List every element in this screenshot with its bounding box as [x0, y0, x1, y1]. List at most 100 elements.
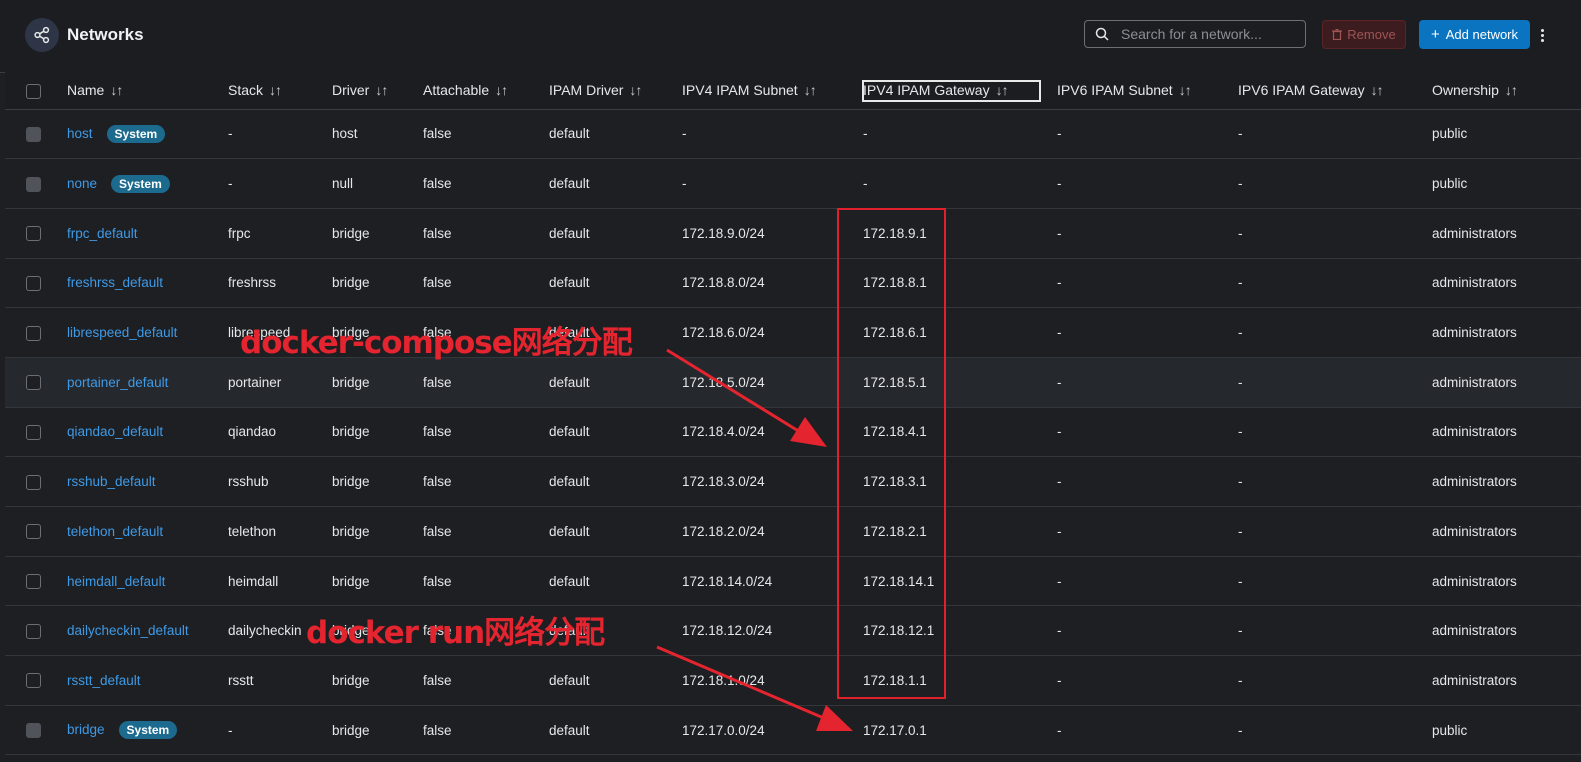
row-checkbox[interactable] [26, 375, 41, 391]
remove-button[interactable]: Remove [1322, 20, 1406, 49]
cell-ownership: administrators [1432, 474, 1517, 490]
row-checkbox[interactable] [26, 623, 41, 639]
table-row[interactable]: qiandao_default qiandao bridge false default… [5, 407, 1581, 457]
cell-ipv4-subnet: 172.18.14.0/24 [682, 573, 773, 589]
cell-ipv6-subnet: - [1057, 176, 1062, 192]
row-checkbox[interactable] [26, 424, 41, 440]
networks-table: Name ↓↑ Stack ↓↑ Driver ↓↑ Attachable ↓↑ IPA… [5, 72, 1581, 755]
cell-ownership: administrators [1432, 672, 1517, 688]
row-checkbox[interactable] [26, 474, 41, 490]
cell-ipv6-gateway: - [1238, 374, 1243, 390]
cell-ipv6-subnet: - [1057, 672, 1062, 688]
network-name-link[interactable]: host [67, 126, 93, 141]
row-checkbox[interactable] [26, 325, 41, 341]
cell-driver: bridge [332, 672, 370, 688]
row-checkbox [26, 176, 41, 192]
page-header: Networks Remove + Add network [0, 0, 1581, 73]
cell-attachable: false [423, 523, 452, 539]
select-all-checkbox[interactable] [26, 83, 41, 99]
cell-ipv6-subnet: - [1057, 424, 1062, 440]
column-header-ipv6-subnet[interactable]: IPV6 IPAM Subnet ↓↑ [1057, 72, 1238, 110]
row-checkbox[interactable] [26, 226, 41, 242]
network-name-link[interactable]: dailycheckin_default [67, 623, 189, 638]
cell-ipv6-gateway: - [1238, 325, 1243, 341]
cell-ipv4-gateway: 172.17.0.1 [863, 722, 927, 738]
row-checkbox[interactable] [26, 673, 41, 689]
table-row[interactable]: rsshub_default rsshub bridge false default 17… [5, 456, 1581, 507]
cell-ipam-driver: default [549, 424, 590, 440]
network-name-link[interactable]: freshrss_default [67, 275, 163, 290]
sort-icon: ↓↑ [1504, 82, 1518, 99]
network-name-link[interactable]: bridge [67, 722, 105, 737]
column-header-stack[interactable]: Stack ↓↑ [228, 72, 332, 110]
column-header-ipv6-gateway[interactable]: IPV6 IPAM Gateway ↓↑ [1238, 72, 1432, 110]
cell-ipv6-gateway: - [1238, 424, 1243, 440]
cell-ownership: administrators [1432, 573, 1517, 589]
search-input[interactable] [1119, 25, 1303, 43]
table-row[interactable]: bridge System - bridge false default 172.17.0.… [5, 705, 1581, 755]
cell-ipam-driver: default [549, 523, 590, 539]
cell-driver: bridge [332, 275, 370, 291]
cell-ownership: public [1432, 126, 1468, 142]
cell-driver: bridge [332, 225, 370, 241]
cell-ipv4-gateway: - [863, 176, 868, 192]
cell-stack: freshrss [228, 275, 277, 291]
cell-ipv6-gateway: - [1238, 623, 1243, 639]
table-row[interactable]: portainer_default portainer bridge false def… [5, 357, 1581, 408]
row-checkbox[interactable] [26, 574, 41, 589]
network-name-link[interactable]: rsstt_default [67, 673, 141, 688]
cell-ipam-driver: default [549, 176, 590, 192]
cell-ownership: public [1432, 176, 1468, 192]
row-checkbox[interactable] [26, 524, 41, 540]
cell-attachable: false [423, 374, 452, 390]
row-checkbox [26, 126, 41, 142]
cell-ipv4-subnet: 172.18.5.0/24 [682, 374, 765, 390]
cell-ownership: administrators [1432, 424, 1517, 440]
cell-attachable: false [423, 225, 452, 241]
table-row[interactable]: host System - host false default - - - - public [5, 109, 1581, 159]
cell-ipv6-subnet: - [1057, 474, 1062, 490]
cell-attachable: false [423, 722, 452, 738]
table-row[interactable]: dailycheckin_default dailycheckin bridge fa… [5, 605, 1581, 656]
network-name-link[interactable]: telethon_default [67, 524, 163, 539]
cell-ownership: public [1432, 722, 1468, 738]
network-name-link[interactable]: none [67, 176, 97, 191]
row-checkbox[interactable] [26, 275, 41, 291]
search-box[interactable] [1084, 20, 1306, 48]
cell-stack: - [228, 126, 233, 142]
column-header-attachable[interactable]: Attachable ↓↑ [423, 72, 549, 110]
column-header-driver[interactable]: Driver ↓↑ [332, 72, 423, 110]
table-row[interactable]: frpc_default frpc bridge false default 172.18… [5, 208, 1581, 259]
add-network-button[interactable]: + Add network [1419, 20, 1530, 49]
cell-ipv4-gateway: - [863, 126, 868, 142]
cell-attachable: false [423, 672, 452, 688]
cell-ipv6-subnet: - [1057, 126, 1062, 142]
network-name-link[interactable]: heimdall_default [67, 574, 165, 589]
cell-stack: rsshub [228, 474, 269, 490]
plus-icon: + [1430, 26, 1440, 43]
row-checkbox [26, 723, 41, 739]
search-icon [1095, 26, 1111, 42]
network-name-link[interactable]: portainer_default [67, 375, 168, 390]
table-row[interactable]: heimdall_default heimdall bridge false defau… [5, 556, 1581, 606]
network-name-link[interactable]: qiandao_default [67, 424, 163, 439]
table-row[interactable]: freshrss_default freshrss bridge false defau… [5, 258, 1581, 308]
column-header-ipam-driver[interactable]: IPAM Driver ↓↑ [549, 72, 682, 110]
cell-driver: bridge [332, 424, 370, 440]
column-header-ipv4-subnet[interactable]: IPV4 IPAM Subnet ↓↑ [682, 72, 863, 110]
table-row[interactable]: telethon_default telethon bridge false defau… [5, 506, 1581, 557]
column-header-ownership[interactable]: Ownership ↓↑ [1432, 72, 1581, 110]
more-options-icon[interactable] [1537, 24, 1547, 46]
network-name-link[interactable]: frpc_default [67, 226, 138, 241]
cell-ipv4-subnet: 172.18.1.0/24 [682, 672, 765, 688]
table-row[interactable]: none System - null false default - - - - public [5, 158, 1581, 209]
table-row[interactable]: rsstt_default rsstt bridge false default 172.… [5, 655, 1581, 706]
cell-stack: frpc [228, 225, 251, 241]
network-name-link[interactable]: librespeed_default [67, 325, 177, 340]
column-header-name[interactable]: Name ↓↑ [67, 72, 228, 110]
sort-icon: ↓↑ [375, 82, 388, 99]
cell-ipv6-gateway: - [1238, 176, 1243, 192]
network-name-link[interactable]: rsshub_default [67, 474, 156, 489]
system-badge: System [106, 124, 166, 143]
cell-ownership: administrators [1432, 225, 1517, 241]
